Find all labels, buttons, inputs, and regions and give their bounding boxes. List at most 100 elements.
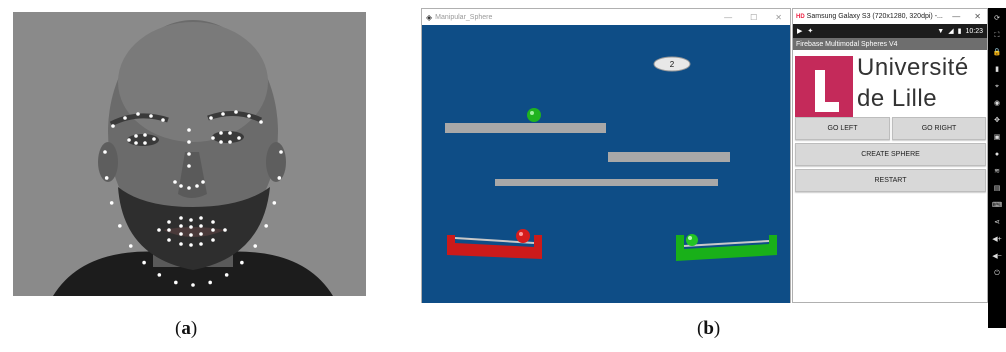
lock-icon[interactable]: 🔒 [990,48,1004,58]
caption-a-close: ) [190,318,198,339]
landmark-point [189,218,193,222]
landmark-point [237,136,241,140]
landmark-point [247,114,251,118]
app-title: Firebase Multimodal Spheres V4 [796,40,898,48]
landmark-point [179,232,183,236]
platform-bottom [495,179,718,186]
platform-top [445,123,606,133]
landmark-point [219,131,223,135]
landmark-point [191,283,195,287]
emulator-logo-icon: HD [796,13,805,20]
landmark-point [272,201,277,205]
landmark-point [211,220,215,224]
landmark-point [209,116,213,120]
landmark-point [221,112,225,116]
landmark-point [199,242,203,246]
landmark-point [219,140,223,144]
restart-button[interactable]: RESTART [795,169,986,192]
record-icon[interactable]: ● [990,150,1004,160]
volume-up-icon[interactable]: ◀+ [990,235,1004,245]
landmark-point [199,224,203,228]
wifi-icon: ▼ [937,27,945,35]
landmark-point [234,110,238,114]
unity-game-window: ◈ Manipular_Sphere — ☐ ✕ 2 [421,8,791,303]
caption-b-close: ) [713,318,721,339]
landmark-point [189,233,193,237]
landmark-point [211,228,215,232]
id-icon[interactable]: ▣ [990,133,1004,143]
landmark-point [179,242,183,246]
green-sphere-in-basket [686,234,698,246]
keyboard-icon[interactable]: ⌨ [990,201,1004,211]
landmark-point [199,216,203,220]
landmark-point [259,120,263,124]
gps-icon[interactable]: ⌖ [990,82,1004,92]
sphere-highlight [519,232,523,236]
go-left-button[interactable]: GO LEFT [795,117,890,140]
landmark-point [174,280,178,285]
battery-icon: ▮ [957,28,962,35]
landmark-point [277,176,282,180]
sphere-highlight [530,111,534,115]
landmark-point [118,224,122,228]
emulator-toolbar: ⟳ ⛶ 🔒 ▮ ⌖ ◉ ✥ ▣ ● ≋ ▤ ⌨ ⋖ ◀+ ◀− ⏻ [988,8,1006,328]
battery-tool-icon[interactable]: ▮ [990,65,1004,75]
landmark-point [208,280,212,285]
share-icon[interactable]: ⋖ [990,218,1004,228]
app-title-bar: Firebase Multimodal Spheres V4 [793,38,987,50]
landmark-point [142,260,146,265]
emulator-titlebar: HD Samsung Galaxy S3 (720x1280, 320dpi) … [793,9,987,24]
landmark-point [187,186,191,190]
landmark-point [223,228,227,232]
caption-a: (a) [175,318,197,340]
landmark-point [187,152,191,156]
window-controls: — ✕ [952,12,987,21]
android-emulator-window: HD Samsung Galaxy S3 (720x1280, 320dpi) … [792,8,988,303]
landmark-point [264,224,268,228]
fullscreen-icon[interactable]: ⛶ [990,31,1004,41]
minimize-icon[interactable]: — [952,12,960,21]
landmark-point [179,216,183,220]
score-value: 2 [670,60,675,69]
landmark-point [179,184,183,188]
landmark-point [134,134,138,138]
landmark-point [240,260,244,265]
landmark-point [161,118,165,122]
landmark-point [136,112,140,116]
emulator-title: Samsung Galaxy S3 (720x1280, 320dpi) -..… [806,13,943,20]
go-right-button[interactable]: GO RIGHT [892,117,986,140]
landmark-point [123,116,127,120]
game-scene[interactable]: 2 [422,25,790,303]
move-icon[interactable]: ✥ [990,116,1004,126]
camera-icon[interactable]: ◉ [990,99,1004,109]
close-icon[interactable]: ✕ [775,13,782,22]
landmark-point [143,133,147,137]
landmark-point [167,220,171,224]
close-icon[interactable]: ✕ [974,12,981,21]
landmark-point [167,238,171,242]
landmark-point [201,180,205,184]
video-notification-icon: ▶ [797,28,803,35]
landmark-point [189,243,193,247]
power-icon[interactable]: ⏻ [990,269,1004,279]
face-landmarks-photo [13,12,366,296]
caption-b: (b) [697,318,720,340]
volume-down-icon[interactable]: ◀− [990,252,1004,262]
rotate-icon[interactable]: ⟳ [990,14,1004,24]
landmark-point [111,124,115,128]
sms-icon[interactable]: ▤ [990,184,1004,194]
landmark-point [157,228,161,232]
signal-icon: ◢ [948,28,954,35]
wifi-tool-icon[interactable]: ≋ [990,167,1004,177]
landmark-point [211,136,215,140]
unity-app-icon: ◈ [426,12,433,22]
landmark-point [187,164,191,168]
maximize-icon[interactable]: ☐ [750,13,757,22]
landmark-point [128,244,133,248]
minimize-icon[interactable]: — [724,13,732,22]
landmark-point [199,232,203,236]
landmark-point [189,225,193,229]
create-sphere-button[interactable]: CREATE SPHERE [795,143,986,166]
landmark-point [187,128,191,132]
landmark-point [167,228,171,232]
